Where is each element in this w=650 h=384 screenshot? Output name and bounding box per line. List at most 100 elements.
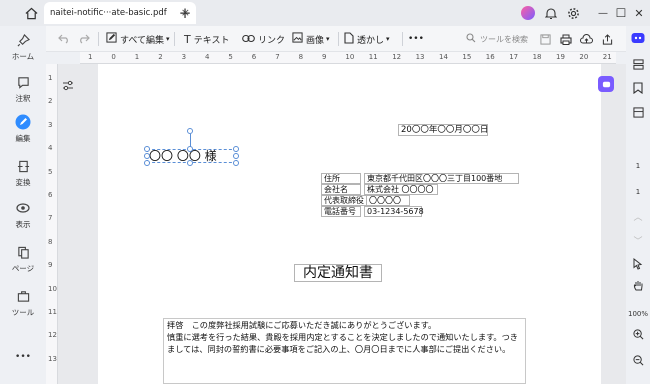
ceo-label[interactable]: 代表取締役 <box>321 195 367 206</box>
thumbnail-icon[interactable] <box>630 104 646 120</box>
ruler-tick-label: 20 <box>579 53 589 61</box>
resize-handle[interactable] <box>187 146 193 152</box>
sidebar-item-label: ページ <box>11 264 35 273</box>
rotation-handle[interactable] <box>187 128 193 134</box>
ruler-tick-label: 2 <box>158 53 163 61</box>
avatar-icon[interactable] <box>519 4 537 22</box>
ruler-tick-label: 7 <box>275 53 280 61</box>
edit-icon <box>15 114 31 130</box>
address-label[interactable]: 住所 <box>321 173 361 184</box>
ruler-tick-label: 12 <box>48 331 57 340</box>
ruler-tick-label: 9 <box>322 53 327 61</box>
ruler-tick-label: 1 <box>48 74 53 82</box>
sidebar-item-view[interactable]: 表示 <box>0 200 46 238</box>
ruler-tick-label: 18 <box>532 53 542 61</box>
save-icon[interactable] <box>540 31 551 47</box>
minimize-icon[interactable]: — <box>594 4 612 22</box>
document-title[interactable]: 内定通知書 <box>294 264 382 282</box>
sidebar-item-edit[interactable]: 編集 <box>0 114 46 152</box>
search-placeholder: ツールを検索 <box>480 34 528 44</box>
sidebar-item-home[interactable]: ホーム <box>0 32 46 70</box>
resize-handle[interactable] <box>233 160 239 166</box>
close-icon[interactable]: ✕ <box>630 4 648 22</box>
new-tab-icon[interactable]: + <box>176 4 194 22</box>
edit-all-button[interactable]: すべて編集 ▾ <box>106 31 170 47</box>
bell-icon[interactable] <box>542 4 560 22</box>
right-panel: 1 1 ︿ ﹀ 100% <box>626 26 650 384</box>
watermark-button[interactable]: 透かし ▾ <box>344 31 390 47</box>
chevron-down-icon: ▾ <box>386 35 390 43</box>
hand-icon[interactable] <box>630 278 646 294</box>
sidebar-item-convert[interactable]: 変換 <box>0 158 46 196</box>
sidebar-item-label: 編集 <box>15 134 31 143</box>
sidebar-item-tools[interactable]: ツール <box>0 288 46 326</box>
cursor-icon[interactable] <box>630 256 646 272</box>
ruler-tick-label: 13 <box>415 53 425 61</box>
date-text-box[interactable]: 20〇〇年〇〇月〇〇日 <box>398 124 488 136</box>
image-button[interactable]: 画像 ▾ <box>292 31 330 47</box>
ruler-tick-label: 3 <box>181 53 187 61</box>
bookmark-icon[interactable] <box>630 80 646 96</box>
gear-icon[interactable] <box>564 4 582 22</box>
sidebar-item-label: 表示 <box>15 220 31 229</box>
zoom-out-icon[interactable] <box>630 352 646 368</box>
title-bar: naitei-notific···ate-basic.pdf × + — ☐ ✕ <box>0 0 650 26</box>
maximize-icon[interactable]: ☐ <box>612 4 630 22</box>
panel-list-icon[interactable] <box>630 56 646 72</box>
sidebar-item-annotate[interactable]: 注釈 <box>0 74 46 112</box>
resize-handle[interactable] <box>144 146 150 152</box>
ruler-tick-label: 11 <box>368 53 378 61</box>
sidebar-more-button[interactable]: ••• <box>0 352 46 366</box>
ruler-tick-label: 13 <box>48 354 57 363</box>
image-label: 画像 <box>306 35 325 46</box>
ruler-tick-label: 1 <box>134 53 140 61</box>
link-button[interactable]: リンク <box>242 31 285 47</box>
sliders-icon[interactable] <box>60 77 76 93</box>
phone-label[interactable]: 電話番号 <box>321 206 361 217</box>
zoom-in-icon[interactable] <box>630 326 646 342</box>
text-button[interactable]: T テキスト <box>184 31 229 47</box>
ruler-tick-label: 15 <box>462 53 472 61</box>
upload-icon[interactable] <box>580 31 593 47</box>
ai-assistant-icon[interactable] <box>598 76 614 92</box>
document-tab[interactable]: naitei-notific···ate-basic.pdf × <box>44 2 196 24</box>
redo-button[interactable] <box>78 31 90 47</box>
resize-handle[interactable] <box>144 160 150 166</box>
resize-handle[interactable] <box>187 160 193 166</box>
resize-handle[interactable] <box>144 153 150 159</box>
zoom-level[interactable]: 100% <box>626 310 650 318</box>
more-tools-button[interactable]: ••• <box>408 31 424 47</box>
chevron-up-icon[interactable]: ︿ <box>630 208 646 224</box>
ruler-tick-label: 1 <box>88 53 93 61</box>
ruler-tick-label: 6 <box>48 191 53 199</box>
address-value[interactable]: 東京都千代田区〇〇〇三丁目100番地 <box>364 173 519 184</box>
resize-handle[interactable] <box>233 153 239 159</box>
resize-handle[interactable] <box>233 146 239 152</box>
ruler-tick-label: 12 <box>392 53 402 61</box>
toolbar-divider <box>402 32 403 46</box>
body-line: 拝啓 この度弊社採用試験にご応募いただき誠にありがとうございます。 <box>167 320 437 330</box>
ruler-tick-label: 5 <box>228 53 233 61</box>
sidebar-item-page[interactable]: ページ <box>0 244 46 282</box>
body-line: 慎重に選考を行った結果、貴殿を採用内定とすることを決定しましたので通知いたします… <box>167 332 518 342</box>
phone-value[interactable]: 03-1234-5678 <box>364 206 424 217</box>
print-icon[interactable] <box>560 31 572 47</box>
toolbar-divider <box>98 32 99 46</box>
ruler-tick-label: 7 <box>48 214 53 223</box>
link-label: リンク <box>258 35 286 46</box>
ruler-tick-label: 21 <box>602 53 612 61</box>
link-icon <box>242 33 255 46</box>
chevron-down-icon[interactable]: ﹀ <box>630 232 646 248</box>
body-line: ましては、同封の誓約書に必要事項をご記入の上、〇月〇日までに人事部にご提出くださ… <box>167 344 511 354</box>
text-icon: T <box>184 32 191 46</box>
toolbar-divider <box>338 32 339 46</box>
home-icon[interactable] <box>22 4 40 22</box>
body-text-box[interactable]: 拝啓 この度弊社採用試験にご応募いただき誠にありがとうございます。 慎重に選考を… <box>163 318 526 384</box>
ai-app-icon[interactable] <box>630 30 646 46</box>
undo-button[interactable] <box>58 31 70 47</box>
company-value[interactable]: 株式会社 〇〇〇〇 <box>364 184 438 195</box>
left-sidebar: ホーム 注釈 編集 変換 表示 ページ ツール ••• <box>0 26 46 384</box>
ceo-value[interactable]: 〇〇〇〇 <box>366 195 410 206</box>
share-icon[interactable] <box>602 31 613 47</box>
company-label[interactable]: 会社名 <box>321 184 361 195</box>
